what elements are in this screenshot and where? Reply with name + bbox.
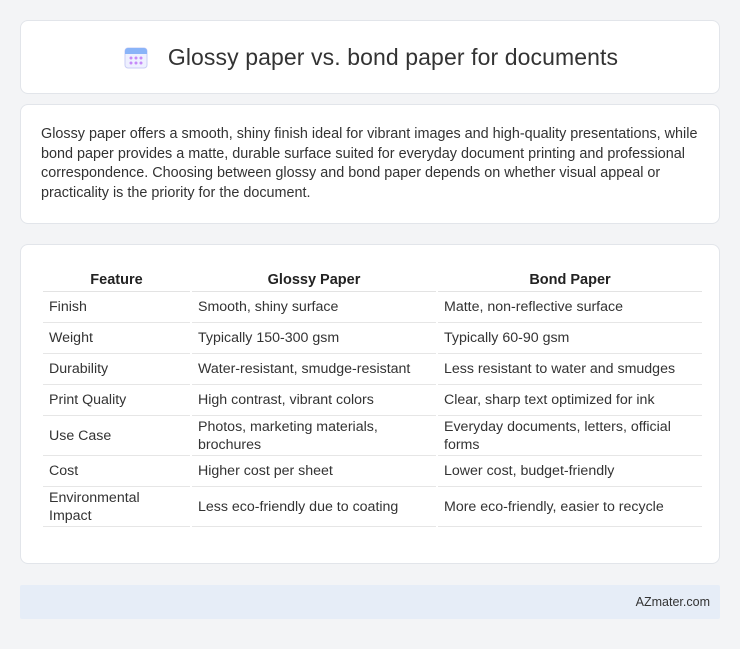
calendar-icon [122,43,150,71]
cell-feature: Finish [43,292,190,323]
cell-feature: Weight [43,323,190,354]
cell-bond: Lower cost, budget-friendly [438,456,702,487]
cell-bond: Everyday documents, letters, official fo… [438,416,702,456]
cell-bond: Matte, non-reflective surface [438,292,702,323]
cell-feature: Environmental Impact [43,487,190,527]
cell-glossy: High contrast, vibrant colors [192,385,436,416]
table-row: Cost Higher cost per sheet Lower cost, b… [43,456,702,487]
table-row: Use Case Photos, marketing materials, br… [43,416,702,456]
table-card: Feature Glossy Paper Bond Paper Finish S… [20,244,720,564]
cell-feature: Durability [43,354,190,385]
footer-brand[interactable]: AZmater.com [636,595,710,609]
header-glossy-paper: Glossy Paper [192,265,436,292]
cell-glossy: Photos, marketing materials, brochures [192,416,436,456]
header-feature: Feature [43,265,190,292]
cell-bond: Less resistant to water and smudges [438,354,702,385]
comparison-table: Feature Glossy Paper Bond Paper Finish S… [41,265,704,527]
header-bond-paper: Bond Paper [438,265,702,292]
table-row: Environmental Impact Less eco-friendly d… [43,487,702,527]
cell-feature: Cost [43,456,190,487]
cell-feature: Print Quality [43,385,190,416]
table-row: Print Quality High contrast, vibrant col… [43,385,702,416]
cell-feature: Use Case [43,416,190,456]
cell-bond: Typically 60-90 gsm [438,323,702,354]
intro-paragraph: Glossy paper offers a smooth, shiny fini… [41,126,698,201]
table-header-row: Feature Glossy Paper Bond Paper [43,265,702,292]
cell-glossy: Water-resistant, smudge-resistant [192,354,436,385]
cell-glossy: Typically 150-300 gsm [192,323,436,354]
table-row: Weight Typically 150-300 gsm Typically 6… [43,323,702,354]
cell-bond: Clear, sharp text optimized for ink [438,385,702,416]
footer-bar: AZmater.com [20,585,720,619]
table-row: Finish Smooth, shiny surface Matte, non-… [43,292,702,323]
cell-glossy: Higher cost per sheet [192,456,436,487]
table-row: Durability Water-resistant, smudge-resis… [43,354,702,385]
cell-glossy: Smooth, shiny surface [192,292,436,323]
title-card: Glossy paper vs. bond paper for document… [20,20,720,94]
title-wrap: Glossy paper vs. bond paper for document… [122,43,618,71]
cell-bond: More eco-friendly, easier to recycle [438,487,702,527]
intro-card: Glossy paper offers a smooth, shiny fini… [20,104,720,224]
page-title: Glossy paper vs. bond paper for document… [167,43,619,70]
cell-glossy: Less eco-friendly due to coating [192,487,436,527]
